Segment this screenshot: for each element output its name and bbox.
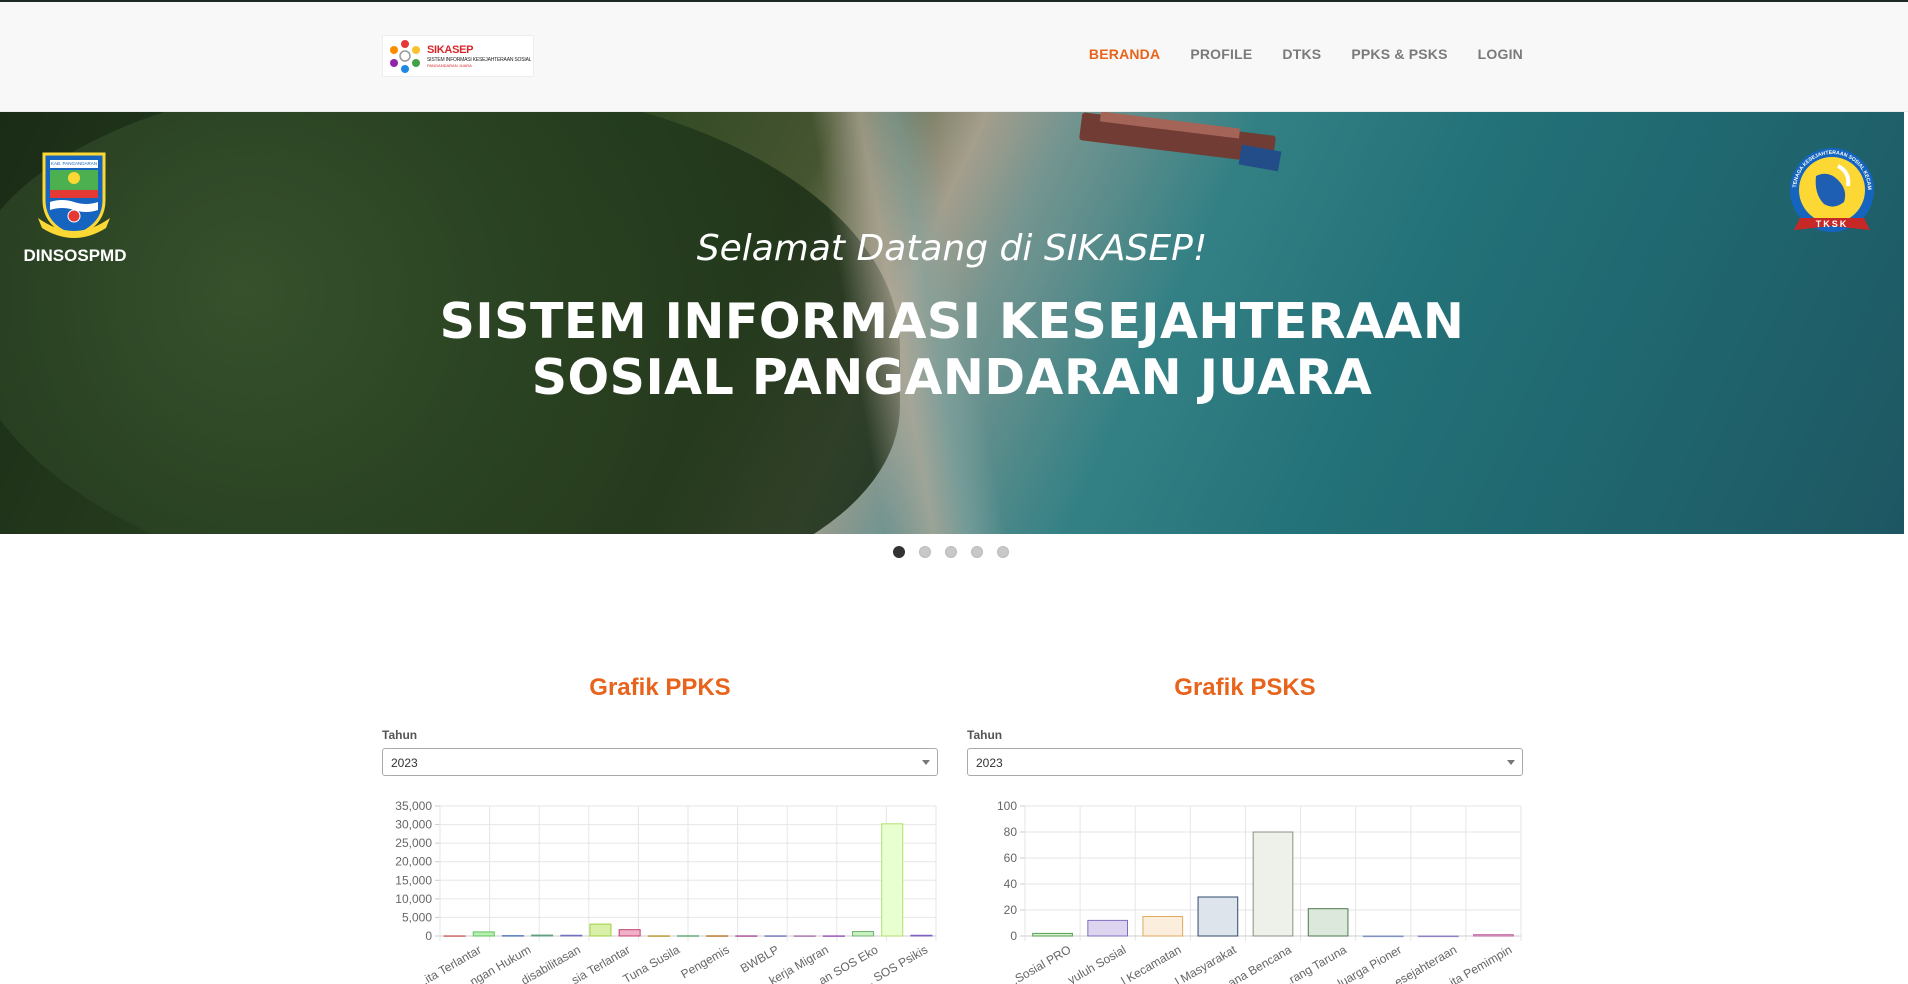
ppks-ytick-label: 0	[425, 929, 432, 943]
ppks-bar[interactable]	[793, 935, 816, 937]
psks-year-value: 2023	[976, 756, 1003, 770]
ppks-bar[interactable]	[531, 934, 554, 937]
hero-title-line-1: SISTEM INFORMASI KESEJAHTERAAN	[439, 293, 1465, 350]
ppks-bar[interactable]	[618, 929, 641, 937]
psks-bar[interactable]	[1473, 934, 1514, 937]
ppks-bar[interactable]	[822, 935, 845, 937]
ppks-heading: Grafik PPKS	[589, 674, 731, 701]
brand-name: SIKASEP	[427, 43, 474, 56]
brand-subtitle: SISTEM INFORMASI KESEJAHTERAAN SOSIAL	[427, 56, 532, 63]
carousel-dot-4[interactable]	[971, 546, 983, 558]
ppks-bar[interactable]	[676, 935, 700, 937]
psks-bar[interactable]	[1307, 908, 1349, 937]
ppks-bar[interactable]	[472, 931, 495, 937]
psks-ytick-label: 40	[1004, 877, 1018, 891]
ppks-xtick-label: Pengemis	[678, 942, 731, 981]
psks-bar[interactable]	[1087, 919, 1129, 937]
ppks-ytick-label: 20,000	[395, 855, 432, 869]
nav-profile[interactable]: PROFILE	[1190, 46, 1252, 62]
hero-welcome-text: Selamat Datang di SIKASEP!	[696, 228, 1208, 269]
ppks-bar[interactable]	[706, 935, 729, 937]
ppks-bar[interactable]	[501, 935, 524, 937]
ppks-ytick-label: 10,000	[395, 892, 432, 906]
hero-title-line-2: SOSIAL PANGANDARAN JUARA	[531, 349, 1373, 406]
pangandaran-emblem-icon: KAB. PANGANDARAN	[36, 148, 112, 240]
ppks-bar[interactable]	[764, 935, 787, 937]
ppks-bar[interactable]	[910, 934, 933, 937]
psks-ytick-label: 80	[1004, 825, 1018, 839]
psks-ytick-label: 100	[997, 799, 1017, 813]
ppks-ytick-label: 30,000	[395, 818, 432, 832]
sikasep-logo-icon	[387, 38, 423, 74]
ppks-year-value: 2023	[391, 756, 418, 770]
carousel-dot-2[interactable]	[919, 546, 931, 558]
main-menu: BERANDA PROFILE DTKS PPKS & PSKS LOGIN	[1059, 46, 1523, 62]
psks-year-select[interactable]: 2023	[967, 748, 1523, 776]
left-emblem-text: KAB. PANGANDARAN	[51, 161, 97, 166]
carousel-indicators	[893, 546, 1009, 558]
psks-bar[interactable]	[1142, 916, 1184, 937]
ppks-year-label: Tahun	[382, 728, 418, 742]
carousel-dot-1[interactable]	[893, 546, 905, 558]
ppks-ytick-label: 25,000	[395, 836, 432, 850]
psks-bar[interactable]	[1417, 935, 1459, 938]
carousel-dot-3[interactable]	[945, 546, 957, 558]
ppks-bar[interactable]	[735, 935, 758, 937]
ppks-year-select[interactable]: 2023	[382, 748, 938, 776]
psks-ytick-label: 0	[1010, 929, 1017, 943]
ppks-bar[interactable]	[560, 934, 583, 937]
ppks-bar[interactable]	[881, 823, 904, 937]
brand-tagline: PANGANDARAN JUARA	[427, 62, 472, 68]
psks-bar-chart: 020406080100...Sosial PRO...yuluh Sosial…	[997, 799, 1522, 984]
ppks-bar[interactable]	[852, 931, 875, 937]
ppks-panel: Grafik PPKS Tahun 2023 0 5,000 10,000 15,00…	[382, 674, 938, 984]
psks-bar[interactable]	[1032, 932, 1073, 937]
psks-panel: Grafik PSKS Tahun 2023 0 20 40 60 80 100 ...So…	[967, 674, 1523, 984]
ppks-bar-chart: 0 5,000 10,000 15,000 20,000 25,000 30,000 35,0…	[395, 799, 937, 984]
nav-dtks[interactable]: DTKS	[1282, 46, 1321, 62]
ppks-bar[interactable]	[443, 935, 466, 937]
ppks-xtick-label: Tuna Susila	[621, 942, 683, 984]
psks-year-label: Tahun	[967, 728, 1003, 742]
psks-bar[interactable]	[1252, 831, 1294, 937]
ppks-bar[interactable]	[589, 923, 612, 937]
nav-beranda[interactable]: BERANDA	[1089, 46, 1160, 62]
top-navbar: SIKASEP SISTEM INFORMASI KESEJAHTERAAN S…	[0, 2, 1908, 112]
ppks-ytick-label: 5,000	[402, 910, 432, 924]
psks-bar[interactable]	[1197, 896, 1239, 937]
psks-ytick-label: 20	[1004, 903, 1018, 917]
chevron-down-icon	[922, 760, 930, 765]
chevron-down-icon	[1507, 760, 1515, 765]
site-logo[interactable]: SIKASEP SISTEM INFORMASI KESEJAHTERAAN S…	[382, 35, 534, 77]
carousel-dot-5[interactable]	[997, 546, 1009, 558]
hero-title: SISTEM INFORMASI KESEJAHTERAAN SOSIAL PA…	[0, 294, 1904, 406]
psks-bar[interactable]	[1362, 935, 1404, 938]
psks-heading: Grafik PSKS	[1174, 674, 1316, 701]
nav-login[interactable]: LOGIN	[1478, 46, 1523, 62]
nav-ppks-psks[interactable]: PPKS & PSKS	[1351, 46, 1447, 62]
ppks-bar[interactable]	[647, 935, 670, 937]
ppks-ytick-label: 15,000	[395, 873, 432, 887]
ppks-ytick-label: 35,000	[395, 799, 432, 813]
psks-ytick-label: 60	[1004, 851, 1018, 865]
page: SIKASEP SISTEM INFORMASI KESEJAHTERAAN S…	[0, 0, 1908, 984]
